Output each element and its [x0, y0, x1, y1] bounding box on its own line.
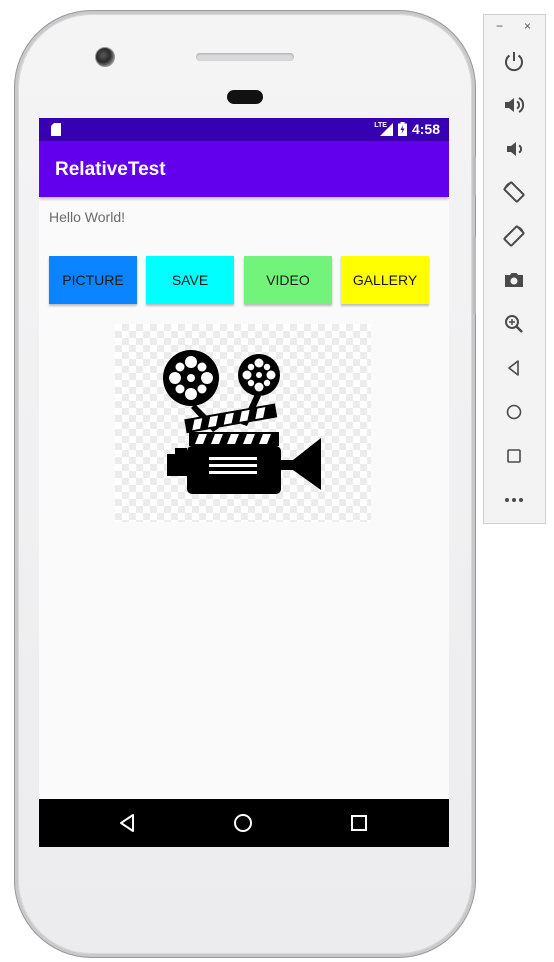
- volume-down-icon[interactable]: [502, 137, 526, 161]
- hello-text: Hello World!: [49, 209, 125, 225]
- volume-up-icon[interactable]: [502, 93, 526, 117]
- front-camera: [95, 47, 115, 67]
- zoom-icon[interactable]: [502, 312, 526, 336]
- device-screen: LTE 4:58 RelativeTest Hello World! PICTU…: [39, 118, 449, 847]
- phone-side-button: [473, 156, 476, 196]
- emulator-toolbar: − ×: [483, 14, 546, 524]
- movie-camera-clapperboard-icon: [163, 350, 321, 494]
- back-icon[interactable]: [116, 811, 140, 835]
- earpiece-speaker: [196, 53, 294, 61]
- home-icon[interactable]: [231, 811, 255, 835]
- minimize-button[interactable]: −: [496, 19, 503, 33]
- rotate-left-icon[interactable]: [502, 180, 526, 204]
- rotate-right-icon[interactable]: [502, 224, 526, 248]
- video-image: [115, 324, 371, 522]
- lte-label: LTE: [374, 121, 387, 129]
- video-button[interactable]: VIDEO: [244, 256, 332, 304]
- status-icons: LTE 4:58: [374, 121, 440, 137]
- gallery-button[interactable]: GALLERY: [341, 256, 429, 304]
- app-bar: RelativeTest: [39, 141, 449, 197]
- app-title: RelativeTest: [55, 159, 166, 180]
- camera-screenshot-icon[interactable]: [502, 268, 526, 292]
- overview-icon[interactable]: [502, 444, 526, 468]
- recents-icon[interactable]: [347, 811, 371, 835]
- more-icon[interactable]: [502, 488, 526, 512]
- home-icon[interactable]: [502, 400, 526, 424]
- power-icon[interactable]: [502, 49, 526, 73]
- proximity-sensor: [227, 90, 263, 104]
- phone-volume-button: [473, 236, 476, 314]
- save-button[interactable]: SAVE: [146, 256, 234, 304]
- navigation-bar: [39, 799, 449, 847]
- status-time: 4:58: [411, 121, 440, 137]
- status-bar: LTE 4:58: [39, 118, 449, 141]
- picture-button[interactable]: PICTURE: [49, 256, 137, 304]
- battery-icon: [397, 122, 407, 136]
- back-icon[interactable]: [502, 356, 526, 380]
- sd-card-icon: [51, 123, 61, 136]
- close-button[interactable]: ×: [524, 19, 531, 33]
